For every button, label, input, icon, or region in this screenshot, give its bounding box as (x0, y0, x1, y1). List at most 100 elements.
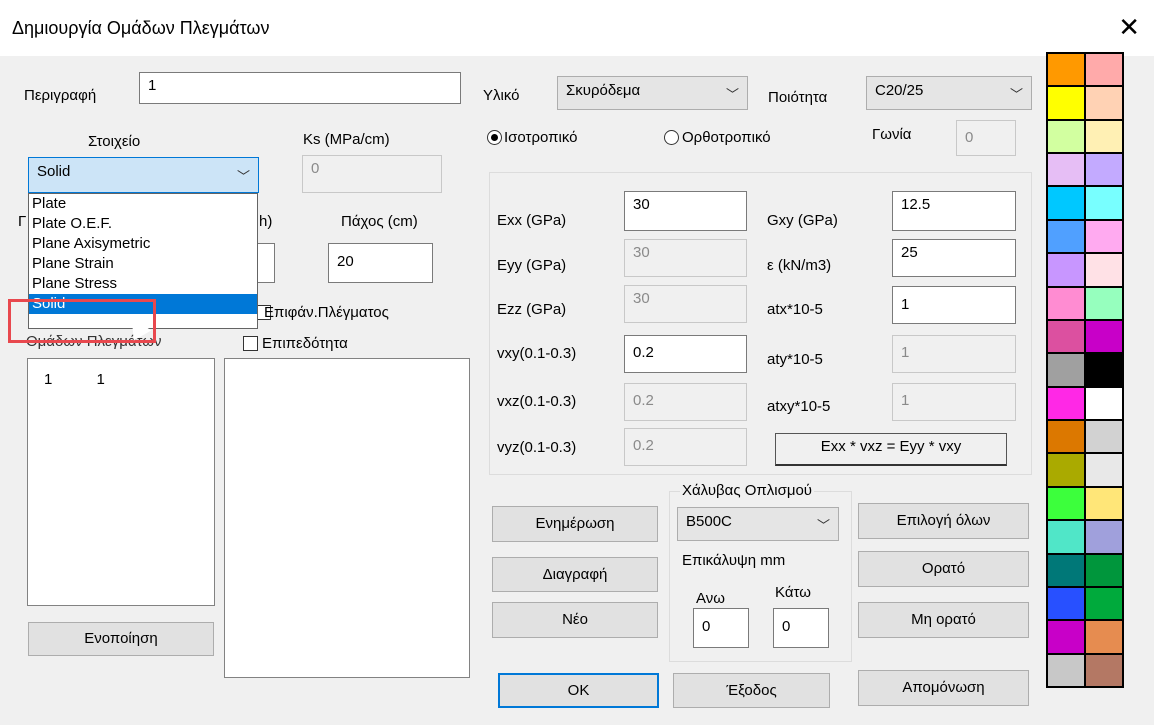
ks-label: Ks (MPa/cm) (303, 131, 390, 148)
gxy-input[interactable]: 12.5 (892, 191, 1016, 231)
select-all-button[interactable]: Επιλογή όλων (858, 503, 1029, 539)
color-swatch[interactable] (1048, 654, 1084, 686)
eps-input[interactable]: 25 (892, 239, 1016, 277)
ok-button[interactable]: OK (498, 673, 659, 708)
chevron-down-icon: ﹀ (816, 518, 830, 533)
steel-select[interactable]: B500C ﹀ (677, 507, 839, 541)
not-visible-button[interactable]: Μη ορατό (858, 602, 1029, 638)
color-swatch[interactable] (1086, 354, 1122, 386)
color-swatch[interactable] (1086, 120, 1122, 153)
exx-input[interactable]: 30 (624, 191, 747, 231)
color-swatch[interactable] (1048, 587, 1084, 620)
color-swatch[interactable] (1048, 120, 1084, 153)
color-swatch[interactable] (1086, 487, 1122, 520)
element-select[interactable]: Solid ﹀ (28, 157, 259, 193)
angle-label: Γωνία (872, 126, 912, 143)
exit-button[interactable]: Έξοδος (673, 673, 830, 708)
color-swatch[interactable] (1048, 187, 1084, 219)
vyz-label: vyz(0.1-0.3) (497, 439, 577, 456)
color-swatch[interactable] (1048, 421, 1084, 453)
color-swatch[interactable] (1048, 621, 1084, 653)
color-swatch[interactable] (1048, 487, 1084, 520)
color-swatch[interactable] (1048, 554, 1084, 586)
close-icon[interactable]: ✕ (1118, 12, 1140, 43)
orthotropic-radio[interactable] (664, 130, 679, 145)
eps-label: ε (kN/m3) (767, 257, 832, 274)
color-swatch[interactable] (1086, 187, 1122, 219)
ks-input[interactable]: 0 (302, 155, 442, 193)
steel-select-value: B500C (686, 513, 732, 530)
secondary-list[interactable] (224, 358, 470, 678)
color-swatch[interactable] (1086, 421, 1122, 453)
gxy-label: Gxy (GPa) (767, 212, 838, 229)
planarity-checkbox[interactable] (243, 336, 258, 351)
atxy-input[interactable]: 1 (892, 383, 1016, 421)
chevron-down-icon: ﹀ (1009, 87, 1023, 102)
dropdown-option[interactable]: Plane Axisymetric (29, 234, 257, 254)
eyy-input[interactable]: 30 (624, 239, 747, 277)
update-button[interactable]: Ενημέρωση (492, 506, 658, 542)
dropdown-option[interactable]: Plate (29, 194, 257, 214)
chevron-down-icon: ﹀ (725, 87, 739, 102)
color-swatch[interactable] (1086, 454, 1122, 486)
color-swatch[interactable] (1048, 87, 1084, 119)
top-cover-input[interactable]: 0 (693, 608, 749, 648)
thickness-input[interactable]: 20 (328, 243, 433, 283)
color-swatch[interactable] (1048, 287, 1084, 319)
isotropic-radio[interactable] (487, 130, 502, 145)
color-swatch[interactable] (1086, 320, 1122, 353)
vxy-input[interactable]: 0.2 (624, 335, 747, 373)
color-swatch[interactable] (1048, 354, 1084, 386)
dropdown-option[interactable]: Plate O.E.F. (29, 214, 257, 234)
quality-select[interactable]: C20/25 ﹀ (866, 76, 1032, 110)
material-select[interactable]: Σκυρόδεμα ﹀ (557, 76, 748, 110)
surface-mesh-label: Επιφάν.Πλέγματος (264, 304, 389, 321)
new-button[interactable]: Νέο (492, 602, 658, 638)
exx-label: Exx (GPa) (497, 212, 567, 229)
title-bar: Δημιουργία Ομάδων Πλεγμάτων ✕ (0, 0, 1154, 56)
color-swatch[interactable] (1048, 154, 1084, 186)
bottom-cover-input[interactable]: 0 (773, 608, 829, 648)
color-swatch[interactable] (1086, 554, 1122, 586)
color-swatch[interactable] (1086, 387, 1122, 420)
vyz-input[interactable]: 0.2 (624, 428, 747, 466)
color-swatch[interactable] (1048, 220, 1084, 253)
atx-input[interactable]: 1 (892, 286, 1016, 324)
color-swatch[interactable] (1048, 54, 1084, 86)
color-swatch[interactable] (1086, 54, 1122, 86)
color-swatch[interactable] (1048, 387, 1084, 420)
visible-button[interactable]: Ορατό (858, 551, 1029, 587)
material-label: Υλικό (483, 87, 520, 104)
color-swatch[interactable] (1086, 287, 1122, 319)
planarity-label: Επιπεδότητα (262, 335, 348, 352)
dropdown-option[interactable]: Plane Strain (29, 254, 257, 274)
color-swatch[interactable] (1086, 154, 1122, 186)
vxz-label: vxz(0.1-0.3) (497, 393, 577, 410)
color-swatch[interactable] (1048, 521, 1084, 553)
vxz-input[interactable]: 0.2 (624, 383, 747, 421)
color-swatch[interactable] (1048, 254, 1084, 286)
color-swatch[interactable] (1086, 254, 1122, 286)
color-swatch[interactable] (1086, 521, 1122, 553)
aty-input[interactable]: 1 (892, 335, 1016, 373)
color-swatch[interactable] (1048, 454, 1084, 486)
color-swatch[interactable] (1048, 320, 1084, 353)
hidden-input[interactable] (258, 243, 275, 283)
description-input[interactable]: 1 (139, 72, 461, 104)
angle-input[interactable]: 0 (956, 120, 1016, 156)
color-palette[interactable] (1046, 52, 1124, 688)
delete-button[interactable]: Διαγραφή (492, 557, 658, 592)
color-swatch[interactable] (1086, 87, 1122, 119)
color-swatch[interactable] (1086, 220, 1122, 253)
list-item[interactable]: 1 1 (44, 371, 105, 388)
isolate-button[interactable]: Απομόνωση (858, 670, 1029, 706)
color-swatch[interactable] (1086, 621, 1122, 653)
ezz-input[interactable]: 30 (624, 285, 747, 323)
element-select-value: Solid (37, 163, 71, 180)
mesh-groups-list[interactable]: 1 1 (27, 358, 215, 606)
color-swatch[interactable] (1086, 654, 1122, 686)
window-title: Δημιουργία Ομάδων Πλεγμάτων (12, 18, 270, 38)
color-swatch[interactable] (1086, 587, 1122, 620)
merge-button[interactable]: Ενοποίηση (28, 622, 214, 656)
dropdown-option[interactable]: Plane Stress (29, 274, 257, 294)
